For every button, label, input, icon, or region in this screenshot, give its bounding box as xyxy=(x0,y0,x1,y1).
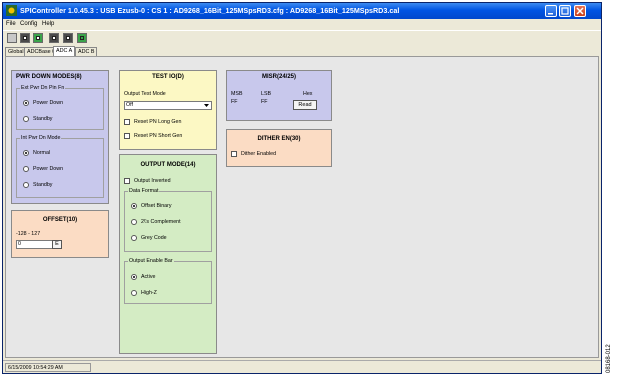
int-pwr-title: Int Pwr Dn Mode xyxy=(20,135,62,141)
minimize-button[interactable] xyxy=(545,5,557,17)
ext-pwr-title: Ext Pwr Dn Pin Fn xyxy=(20,85,66,91)
misr-msb-value: FF xyxy=(231,99,238,105)
data-format-title: Data Format xyxy=(128,188,160,194)
check-dither-enabled-label: Dither Enabled xyxy=(241,151,277,157)
title-bar[interactable]: SPIController 1.0.45.3 : USB Ezusb-0 : C… xyxy=(3,3,601,19)
radio-high-z-label: High-Z xyxy=(141,290,157,296)
radio-int-normal[interactable] xyxy=(23,150,29,156)
check-reset-pn-long-label: Reset PN Long Gen xyxy=(134,119,182,125)
dither-title: DITHER EN(30) xyxy=(257,136,301,142)
app-icon xyxy=(6,5,17,16)
check-output-inverted-label: Output Inverted xyxy=(134,178,171,184)
dither-panel: DITHER EN(30) Dither Enabled xyxy=(226,129,332,167)
radio-offset-binary-label: Offset Binary xyxy=(141,203,172,209)
check-output-inverted[interactable] xyxy=(124,178,130,184)
radio-int-power-down[interactable] xyxy=(23,166,29,172)
minimize-icon xyxy=(548,13,553,15)
output-mode-title: OUTPUT MODE(14) xyxy=(140,162,196,168)
check-reset-pn-short[interactable] xyxy=(124,133,130,139)
radio-ext-standby[interactable] xyxy=(23,116,29,122)
maximize-button[interactable] xyxy=(559,5,571,17)
radio-int-normal-label: Normal xyxy=(33,150,51,156)
misr-panel: MISR(24/25) MSB LSB Hex FF FF Read xyxy=(226,70,332,121)
menu-config[interactable]: Config xyxy=(20,21,37,27)
tab-strip: Global ADCBase 0 ADC A ADC B xyxy=(3,46,601,56)
tab-content: PWR DOWN MODES(8) Ext Pwr Dn Pin Fn Powe… xyxy=(5,56,599,358)
status-bar: 6/15/2009 10:54:29 AM xyxy=(3,360,601,373)
output-enable-group: Output Enable Bar Active High-Z xyxy=(124,258,212,304)
print-icon[interactable] xyxy=(49,33,59,43)
check-reset-pn-short-label: Reset PN Short Gen xyxy=(134,133,183,139)
radio-int-standby-label: Standby xyxy=(33,182,53,188)
radio-active-label: Active xyxy=(141,274,156,280)
close-icon xyxy=(576,7,584,15)
radio-ext-power-down[interactable] xyxy=(23,100,29,106)
window-title: SPIController 1.0.45.3 : USB Ezusb-0 : C… xyxy=(20,6,400,15)
status-timestamp: 6/15/2009 10:54:29 AM xyxy=(5,363,91,372)
radio-twos-complement-label: 2\'s Complement xyxy=(141,219,181,225)
test-mode-select[interactable]: Off xyxy=(124,101,212,110)
tab-adc-b[interactable]: ADC B xyxy=(75,47,98,56)
int-pwr-group: Int Pwr Dn Mode Normal Power Down Standb… xyxy=(16,135,104,198)
test-mode-value: Off xyxy=(126,102,133,108)
radio-high-z[interactable] xyxy=(131,290,137,296)
data-format-group: Data Format Offset Binary 2\'s Complemen… xyxy=(124,188,212,252)
maximize-icon xyxy=(561,7,569,15)
ext-pwr-group: Ext Pwr Dn Pin Fn Power Down Standby xyxy=(16,85,104,130)
figure-id-text: 08168-012 xyxy=(606,344,612,373)
app-window: SPIController 1.0.45.3 : USB Ezusb-0 : C… xyxy=(2,2,602,374)
test-io-title: TEST IO(D) xyxy=(152,74,184,80)
tab-adc-a[interactable]: ADC A xyxy=(53,46,76,56)
radio-grey-code[interactable] xyxy=(131,235,137,241)
misr-title: MISR(24/25) xyxy=(261,74,296,80)
output-mode-panel: OUTPUT MODE(14) Output Inverted Data For… xyxy=(119,154,217,354)
settings-icon[interactable] xyxy=(63,33,73,43)
radio-offset-binary[interactable] xyxy=(131,203,137,209)
radio-twos-complement[interactable] xyxy=(131,219,137,225)
figure-id: 08168-012 xyxy=(604,344,616,375)
menu-file[interactable]: File xyxy=(6,21,16,27)
test-mode-label: Output Test Mode xyxy=(124,91,166,97)
chevron-down-icon xyxy=(204,104,209,107)
radio-active[interactable] xyxy=(131,274,137,280)
offset-panel: OFFSET(10) -128 - 127 0 E xyxy=(11,210,109,258)
misr-read-button[interactable]: Read xyxy=(293,100,317,110)
save-icon[interactable] xyxy=(33,33,43,43)
misr-hex-header: Hex xyxy=(303,91,313,97)
radio-int-power-down-label: Power Down xyxy=(33,166,64,172)
radio-grey-code-label: Grey Code xyxy=(141,235,167,241)
chip-icon[interactable] xyxy=(77,33,87,43)
toolbar xyxy=(3,30,601,44)
misr-msb-header: MSB xyxy=(231,91,243,97)
check-dither-enabled[interactable] xyxy=(231,151,237,157)
open-icon[interactable] xyxy=(20,33,30,43)
menu-help[interactable]: Help xyxy=(42,21,54,27)
new-icon[interactable] xyxy=(7,33,17,43)
radio-ext-power-down-label: Power Down xyxy=(33,100,64,106)
offset-enter-button[interactable]: E xyxy=(52,240,62,249)
radio-ext-standby-label: Standby xyxy=(33,116,53,122)
output-enable-title: Output Enable Bar xyxy=(128,258,174,264)
offset-title: OFFSET(10) xyxy=(42,217,78,223)
test-io-panel: TEST IO(D) Output Test Mode Off Reset PN… xyxy=(119,70,217,150)
check-reset-pn-long[interactable] xyxy=(124,119,130,125)
radio-int-standby[interactable] xyxy=(23,182,29,188)
offset-range: -128 - 127 xyxy=(16,231,41,237)
pwr-down-panel: PWR DOWN MODES(8) Ext Pwr Dn Pin Fn Powe… xyxy=(11,70,109,204)
misr-lsb-header: LSB xyxy=(261,91,272,97)
misr-lsb-value: FF xyxy=(261,99,268,105)
close-button[interactable] xyxy=(574,5,586,17)
menu-bar: File Config Help xyxy=(3,19,601,30)
pwr-down-title: PWR DOWN MODES(8) xyxy=(16,74,82,80)
